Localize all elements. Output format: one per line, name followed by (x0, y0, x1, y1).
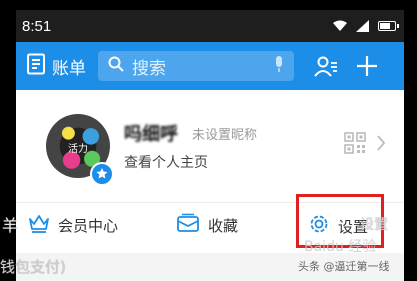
battery-icon (378, 21, 399, 31)
contacts-icon[interactable] (314, 55, 338, 77)
screen-frame-top (0, 0, 417, 10)
search-input[interactable]: 搜索 (98, 51, 294, 81)
search-icon (108, 56, 124, 76)
avatar-text: 活力 (68, 144, 88, 155)
microphone-icon[interactable] (274, 55, 284, 77)
menu-label-favorites: 收藏 (208, 216, 239, 235)
bill-icon (26, 53, 46, 79)
chevron-right-icon (376, 134, 386, 156)
overlay-text-left: 羊 (2, 216, 19, 235)
wifi-icon (332, 17, 348, 36)
search-placeholder: 搜索 (132, 58, 166, 79)
bill-button[interactable]: 账单 (26, 53, 86, 79)
favorites-icon (176, 213, 200, 237)
view-homepage-link[interactable]: 查看个人主页 (124, 152, 208, 172)
verified-badge-icon (90, 162, 114, 186)
menu-item-favorites[interactable]: 收藏 (176, 213, 238, 237)
menu-item-vip-center[interactable]: 会员中心 (28, 213, 118, 237)
overlay-text-right-2: 设置 (360, 217, 388, 233)
screen-frame-left (0, 0, 16, 281)
status-icons (332, 17, 399, 36)
app-header: 账单 搜索 (16, 42, 404, 90)
qr-code-icon[interactable] (344, 132, 366, 158)
menu-label-vip-center: 会员中心 (58, 216, 119, 235)
add-icon[interactable] (356, 55, 378, 77)
bill-label: 账单 (52, 58, 86, 79)
signal-icon (356, 17, 370, 36)
crown-icon (28, 213, 50, 237)
screen-frame-right (404, 0, 417, 281)
status-bar: 8:51 (16, 10, 404, 42)
battery-level (380, 23, 390, 29)
overlay-text-bottom: 钱包支付) (0, 258, 66, 276)
watermark-baidu: Baidu 经验 (304, 239, 377, 255)
status-time: 8:51 (22, 17, 52, 35)
profile-card[interactable]: 活力 吗细呼 未设置昵称 查看个人主页 (16, 90, 404, 202)
watermark-credit: 头条 @逼迁第一线 (298, 260, 390, 273)
nickname: 吗细呼 (124, 124, 178, 145)
nickname-placeholder: 未设置昵称 (192, 128, 258, 143)
